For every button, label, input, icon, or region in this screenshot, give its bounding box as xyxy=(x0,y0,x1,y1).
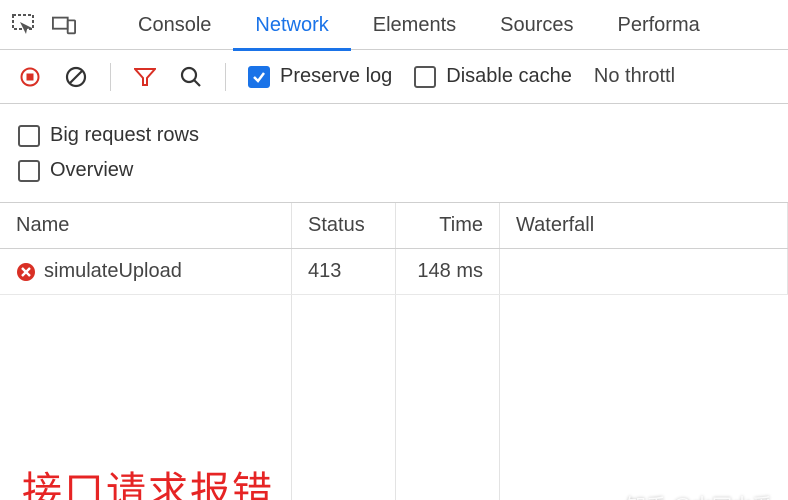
col-status[interactable]: Status xyxy=(292,203,396,248)
network-table: Name Status Time Waterfall simulateUploa… xyxy=(0,203,788,500)
tab-sources[interactable]: Sources xyxy=(478,0,595,50)
checkbox-icon xyxy=(414,66,436,88)
record-icon[interactable] xyxy=(18,65,42,89)
disable-cache-label: Disable cache xyxy=(446,65,572,88)
checkbox-icon xyxy=(18,160,40,182)
toolbar-separator xyxy=(110,63,111,91)
overview-checkbox[interactable]: Overview xyxy=(18,159,770,182)
cell-waterfall xyxy=(500,249,788,294)
col-name[interactable]: Name xyxy=(0,203,292,248)
search-icon[interactable] xyxy=(179,65,203,89)
preserve-log-checkbox[interactable]: Preserve log xyxy=(248,65,392,88)
tab-network[interactable]: Network xyxy=(233,0,350,50)
devtools-tabs: Console Network Elements Sources Perform… xyxy=(0,0,788,50)
overview-label: Overview xyxy=(50,159,133,182)
annotation-text: 接口请求报错... xyxy=(22,459,313,500)
filter-icon[interactable] xyxy=(133,65,157,89)
network-options: Big request rows Overview xyxy=(0,104,788,203)
checkbox-icon xyxy=(18,125,40,147)
toolbar-separator xyxy=(225,63,226,91)
table-header: Name Status Time Waterfall xyxy=(0,203,788,249)
big-request-rows-label: Big request rows xyxy=(50,124,199,147)
checkbox-icon xyxy=(248,66,270,88)
device-mode-icon[interactable] xyxy=(52,13,76,37)
tab-elements[interactable]: Elements xyxy=(351,0,478,50)
preserve-log-label: Preserve log xyxy=(280,65,392,88)
tab-performance[interactable]: Performa xyxy=(596,0,722,50)
table-body-empty: 接口请求报错... 知乎 @水冗水孚 xyxy=(0,295,788,500)
network-toolbar: Preserve log Disable cache No throttl xyxy=(0,50,788,104)
watermark: 知乎 @水冗水孚 xyxy=(626,490,772,500)
col-waterfall-label: Waterfall xyxy=(516,214,594,237)
throttling-select[interactable]: No throttl xyxy=(594,65,675,88)
disable-cache-checkbox[interactable]: Disable cache xyxy=(414,65,572,88)
table-row[interactable]: simulateUpload 413 148 ms xyxy=(0,249,788,295)
error-icon xyxy=(16,262,36,282)
col-waterfall[interactable]: Waterfall xyxy=(500,203,788,248)
clear-icon[interactable] xyxy=(64,65,88,89)
cell-name: simulateUpload xyxy=(0,249,292,294)
request-name: simulateUpload xyxy=(44,260,182,283)
tab-console[interactable]: Console xyxy=(116,0,233,50)
col-time[interactable]: Time xyxy=(396,203,500,248)
cell-time: 148 ms xyxy=(396,249,500,294)
big-request-rows-checkbox[interactable]: Big request rows xyxy=(18,124,770,147)
inspect-icon[interactable] xyxy=(12,13,36,37)
cell-status: 413 xyxy=(292,249,396,294)
dock-controls xyxy=(12,13,76,37)
